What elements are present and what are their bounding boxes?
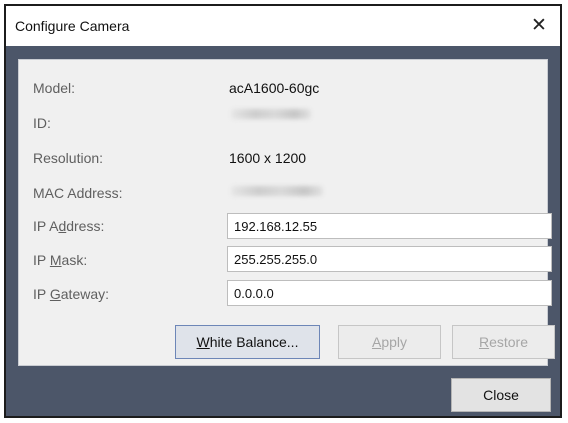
- ip-gateway-label: IP Gateway:: [33, 286, 110, 302]
- ip-gateway-field[interactable]: [227, 280, 552, 306]
- ip-mask-label: IP Mask:: [33, 252, 88, 268]
- close-icon[interactable]: ✕: [524, 12, 554, 40]
- model-value: acA1600-60gc: [229, 80, 320, 96]
- dialog-title: Configure Camera: [15, 18, 130, 34]
- id-value-redacted: [231, 109, 311, 119]
- mac-address-label: MAC Address:: [33, 185, 123, 201]
- configure-camera-dialog: Configure Camera ✕ Model: acA1600-60gc I…: [4, 4, 562, 418]
- white-balance-button[interactable]: White Balance...: [175, 325, 320, 359]
- ip-address-field[interactable]: [227, 213, 552, 239]
- dialog-client-area: Model: acA1600-60gc ID: Resolution: 1600…: [6, 46, 560, 416]
- camera-info-panel: Model: acA1600-60gc ID: Resolution: 1600…: [18, 59, 555, 366]
- close-button[interactable]: Close: [451, 378, 551, 412]
- id-label: ID:: [33, 115, 51, 131]
- resolution-value: 1600 x 1200: [229, 150, 307, 166]
- apply-button[interactable]: Apply: [338, 325, 441, 359]
- ip-mask-field[interactable]: [227, 246, 552, 272]
- mac-address-value-redacted: [231, 186, 323, 196]
- ip-address-label: IP Address:: [33, 218, 105, 234]
- resolution-label: Resolution:: [33, 150, 104, 166]
- restore-button[interactable]: Restore: [452, 325, 555, 359]
- model-label: Model:: [33, 80, 76, 96]
- title-bar: Configure Camera ✕: [6, 6, 560, 46]
